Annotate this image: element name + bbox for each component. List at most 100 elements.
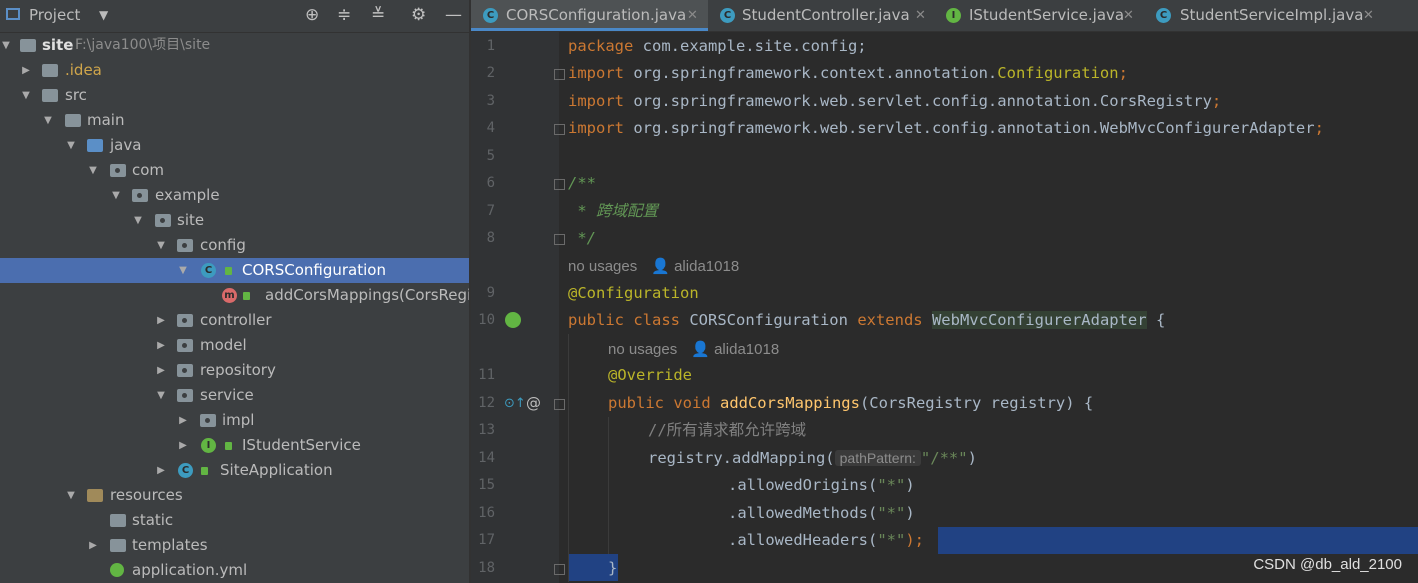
tree-item-example[interactable]: ▼ example	[0, 183, 469, 208]
chevron-down-icon[interactable]: ▼	[99, 8, 108, 22]
chevron-down-icon[interactable]: ▼	[132, 208, 144, 233]
tab-studentserviceimpl[interactable]: C StudentServiceImpl.java ✕	[1143, 0, 1383, 31]
tree-item-src[interactable]: ▼ src	[0, 83, 469, 108]
tree-item-application-yml[interactable]: application.yml	[0, 558, 469, 583]
code-token: )	[905, 504, 915, 522]
spring-bean-icon[interactable]	[505, 312, 521, 328]
method-icon: m	[222, 288, 237, 303]
code-line: */	[568, 229, 596, 247]
chevron-right-icon[interactable]: ▶	[155, 308, 167, 333]
tree-item-repository[interactable]: ▶ repository	[0, 358, 469, 383]
tree-item-label: controller	[200, 311, 272, 329]
gear-icon[interactable]: ⚙	[411, 5, 426, 25]
tree-item-label: application.yml	[132, 561, 248, 579]
chevron-down-icon[interactable]: ▼	[65, 483, 77, 508]
chevron-down-icon[interactable]: ▼	[177, 258, 189, 283]
chevron-down-icon[interactable]: ▼	[42, 108, 54, 133]
line-number: 10	[478, 312, 495, 328]
chevron-down-icon[interactable]: ▼	[65, 133, 77, 158]
tree-item-site[interactable]: ▼ site	[0, 208, 469, 233]
tree-item-model[interactable]: ▶ model	[0, 333, 469, 358]
usages-hint[interactable]: no usages 👤 alida1018	[568, 253, 739, 280]
override-method-icon[interactable]: ⊙↑	[504, 396, 526, 411]
tree-item-siteapplication[interactable]: ▶ C SiteApplication	[0, 458, 469, 483]
code-token: )	[905, 476, 915, 494]
lock-icon	[201, 467, 208, 475]
close-icon[interactable]: ✕	[1363, 0, 1374, 31]
tree-item-com[interactable]: ▼ com	[0, 158, 469, 183]
ide-window: Project ▼ ⊕ ≑ ≚ ⚙ — ▼ site F:\java100\项目…	[0, 0, 1418, 583]
indent-guide	[608, 417, 609, 554]
code-line: package com.example.site.config;	[568, 33, 867, 60]
fold-marker-icon[interactable]	[554, 124, 565, 135]
tree-item-config[interactable]: ▼ config	[0, 233, 469, 258]
tree-item-idea[interactable]: ▶ .idea	[0, 58, 469, 83]
tree-item-istudentservice[interactable]: ▶ I IStudentService	[0, 433, 469, 458]
close-icon[interactable]: ✕	[1123, 0, 1134, 31]
fold-marker-icon[interactable]	[554, 399, 565, 410]
close-icon[interactable]: ✕	[915, 0, 926, 31]
line-number: 9	[486, 285, 495, 301]
chevron-down-icon[interactable]: ▼	[87, 158, 99, 183]
chevron-down-icon[interactable]: ▼	[110, 183, 122, 208]
line-number: 15	[478, 477, 495, 493]
package-icon	[155, 214, 171, 227]
tree-item-label: service	[200, 386, 254, 404]
chevron-down-icon[interactable]: ▼	[0, 33, 12, 58]
tree-item-label: impl	[222, 411, 255, 429]
project-panel-title[interactable]: Project	[29, 6, 80, 24]
code-editor[interactable]: 1 2 3 4 5 6 7 8 9 10 11 12 13 14 15 16 1…	[471, 32, 1418, 583]
close-icon[interactable]: ✕	[687, 0, 698, 31]
at-icon[interactable]: @	[526, 394, 541, 412]
class-icon: C	[720, 8, 735, 23]
tree-item-java[interactable]: ▼ java	[0, 133, 469, 158]
expand-all-icon[interactable]: ≑	[337, 5, 351, 25]
watermark-text: CSDN @db_ald_2100	[1253, 556, 1402, 573]
code-line: public void addCorsMappings(CorsRegistry…	[608, 390, 1093, 417]
chevron-down-icon[interactable]: ▼	[155, 383, 167, 408]
line-number: 11	[478, 367, 495, 383]
chevron-down-icon[interactable]: ▼	[20, 83, 32, 108]
code-token: ;	[1211, 92, 1222, 110]
fold-marker-icon[interactable]	[554, 564, 565, 575]
fold-marker-icon[interactable]	[554, 234, 565, 245]
chevron-right-icon[interactable]: ▶	[177, 408, 189, 433]
locate-icon[interactable]: ⊕	[305, 5, 319, 25]
tree-item-impl[interactable]: ▶ impl	[0, 408, 469, 433]
module-folder-icon	[20, 39, 36, 52]
tree-item-templates[interactable]: ▶ templates	[0, 533, 469, 558]
tree-item-controller[interactable]: ▶ controller	[0, 308, 469, 333]
collapse-all-icon[interactable]: ≚	[371, 5, 385, 25]
chevron-right-icon[interactable]: ▶	[155, 458, 167, 483]
tree-item-main[interactable]: ▼ main	[0, 108, 469, 133]
chevron-right-icon[interactable]: ▶	[155, 358, 167, 383]
project-view-icon[interactable]	[6, 8, 20, 20]
tree-item-addcorsmappings[interactable]: m addCorsMappings(CorsRegi	[0, 283, 469, 308]
chevron-right-icon[interactable]: ▶	[177, 433, 189, 458]
no-usages-text: no usages	[608, 341, 678, 358]
minimize-icon[interactable]: —	[445, 5, 462, 25]
tree-item-site-root[interactable]: ▼ site F:\java100\项目\site	[0, 33, 469, 58]
fold-marker-icon[interactable]	[554, 179, 565, 190]
usages-hint[interactable]: no usages 👤 alida1018	[608, 336, 779, 363]
tab-istudentservice[interactable]: I IStudentService.java ✕	[933, 0, 1143, 31]
user-icon: 👤	[691, 341, 710, 358]
tree-item-resources[interactable]: ▼ resources	[0, 483, 469, 508]
tree-item-corsconfiguration[interactable]: ▼ C CORSConfiguration	[0, 258, 469, 283]
code-line: import org.springframework.context.annot…	[568, 60, 1128, 87]
package-icon	[177, 364, 193, 377]
code-token: package	[568, 37, 643, 55]
chevron-right-icon[interactable]: ▶	[155, 333, 167, 358]
code-token: WebMvcConfigurerAdapter	[931, 311, 1147, 329]
tab-studentcontroller[interactable]: C StudentController.java ✕	[708, 0, 933, 31]
fold-marker-icon[interactable]	[554, 69, 565, 80]
line-number: 18	[478, 560, 495, 576]
chevron-right-icon[interactable]: ▶	[87, 533, 99, 558]
tab-corsconfiguration[interactable]: C CORSConfiguration.java ✕	[471, 0, 708, 31]
code-token: )	[967, 449, 977, 467]
code-token: public void	[608, 394, 720, 412]
tree-item-static[interactable]: static	[0, 508, 469, 533]
chevron-right-icon[interactable]: ▶	[20, 58, 32, 83]
chevron-down-icon[interactable]: ▼	[155, 233, 167, 258]
tree-item-service[interactable]: ▼ service	[0, 383, 469, 408]
